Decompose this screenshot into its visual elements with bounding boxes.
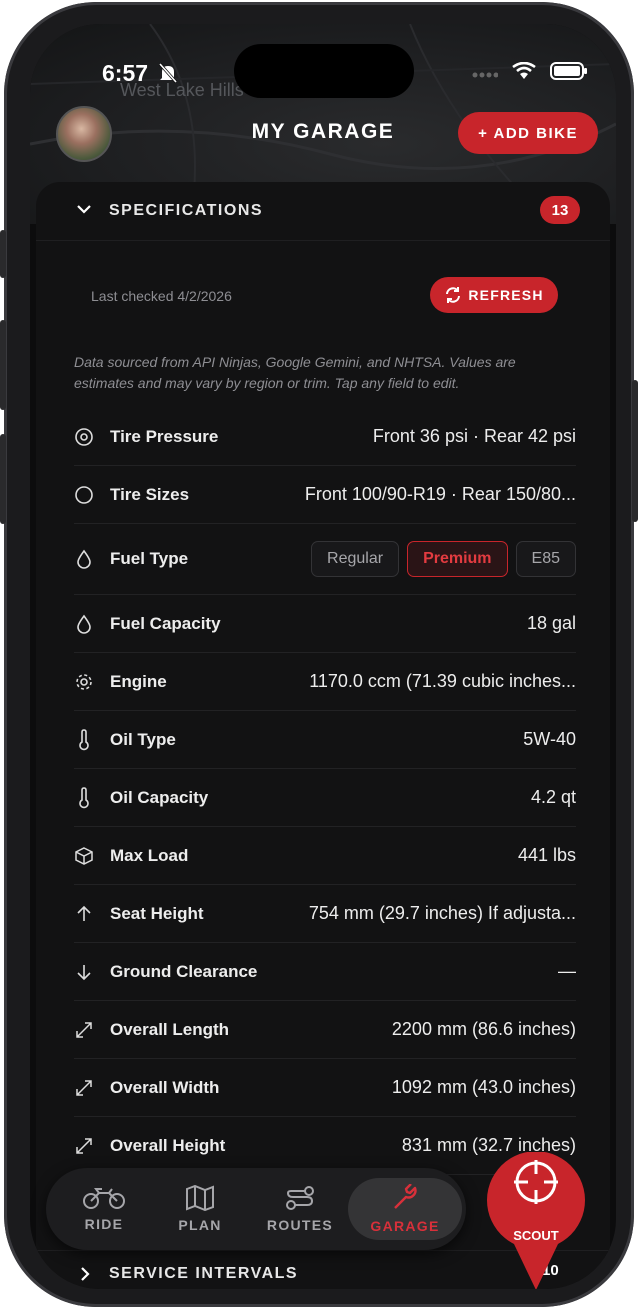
tab-label: ROUTES — [266, 1217, 334, 1233]
fuel-option-premium[interactable]: Premium — [407, 541, 508, 577]
spec-row-fuel-type: Fuel Type Regular Premium E85 — [74, 524, 576, 595]
tab-routes[interactable]: ROUTES — [252, 1178, 348, 1240]
spec-value: 2200 mm (86.6 inches) — [391, 1019, 576, 1039]
spec-value: Front 100/90-R19 · Rear 150/80... — [304, 484, 576, 504]
spec-label: Oil Type — [110, 729, 176, 749]
refresh-icon — [444, 286, 462, 304]
spec-value: 4.2 qt — [530, 787, 576, 807]
specifications-count-badge: 13 — [540, 196, 580, 224]
spec-row-ground-clearance[interactable]: Ground Clearance — — [74, 943, 576, 1001]
circle-icon — [74, 485, 110, 505]
spec-value: 5W-40 — [523, 729, 576, 749]
expand-icon — [74, 1078, 110, 1098]
tab-bar: RIDE PLAN ROUTES GARAGE — [46, 1168, 466, 1250]
tab-garage[interactable]: GARAGE — [348, 1178, 462, 1240]
tab-ride[interactable]: RIDE — [56, 1178, 152, 1240]
spec-value: Front 36 psi · Rear 42 psi — [372, 426, 576, 446]
map-icon — [185, 1185, 215, 1211]
spec-label: Overall Width — [110, 1077, 220, 1097]
wrench-icon — [391, 1184, 419, 1212]
spec-row-oil-type[interactable]: Oil Type 5W-40 — [74, 711, 576, 769]
spec-value: 754 mm (29.7 inches) If adjusta... — [308, 903, 576, 923]
battery-icon — [550, 62, 588, 80]
chevron-right-icon — [78, 1266, 92, 1282]
thermometer-icon — [74, 786, 110, 809]
spec-label: Fuel Type — [110, 549, 189, 568]
expand-icon — [74, 1136, 110, 1156]
refresh-label: REFRESH — [468, 287, 544, 303]
add-bike-button[interactable]: + ADD BIKE — [458, 112, 598, 154]
cellular-icon — [472, 63, 498, 79]
target-icon — [74, 427, 110, 447]
phone-frame: West Lake Hills 6:57 MY GARAGE + ADD BIK… — [0, 2, 638, 1307]
fuel-option-regular[interactable]: Regular — [311, 541, 400, 577]
box-icon — [74, 846, 110, 866]
spec-label: Engine — [110, 671, 167, 691]
spec-row-tire-sizes[interactable]: Tire Sizes Front 100/90-R19 · Rear 150/8… — [74, 466, 576, 524]
spec-row-max-load[interactable]: Max Load 441 lbs — [74, 827, 576, 885]
specifications-card: SPECIFICATIONS 13 Last checked 4/2/2026 … — [36, 182, 610, 1289]
spec-value: — — [558, 961, 576, 981]
status-time: 6:57 — [102, 60, 149, 86]
fuel-type-selector: Regular Premium E85 — [311, 541, 576, 577]
screen: West Lake Hills 6:57 MY GARAGE + ADD BIK… — [30, 24, 616, 1289]
gear-icon — [74, 672, 110, 692]
spec-label: Oil Capacity — [110, 787, 209, 807]
spec-label: Seat Height — [110, 903, 204, 923]
drop-icon — [74, 614, 110, 634]
expand-icon — [74, 1020, 110, 1040]
spec-value: 441 lbs — [517, 845, 576, 865]
specifications-title: SPECIFICATIONS — [109, 202, 264, 219]
header: MY GARAGE + ADD BIKE — [30, 102, 616, 166]
chevron-down-icon — [76, 201, 92, 217]
spec-label: Tire Pressure — [110, 426, 219, 446]
route-icon — [285, 1185, 315, 1211]
spec-row-overall-length[interactable]: Overall Length 2200 mm (86.6 inches) — [74, 1001, 576, 1059]
tab-label: GARAGE — [370, 1218, 440, 1234]
volume-up-button — [0, 320, 6, 410]
spec-row-engine[interactable]: Engine 1170.0 ccm (71.39 cubic inches... — [74, 653, 576, 711]
tab-label: PLAN — [178, 1217, 222, 1233]
spec-row-fuel-capacity[interactable]: Fuel Capacity 18 gal — [74, 595, 576, 653]
specifications-header[interactable]: SPECIFICATIONS 13 — [36, 182, 610, 241]
volume-down-button — [0, 434, 6, 524]
drop-icon — [74, 549, 110, 569]
spec-row-tire-pressure[interactable]: Tire Pressure Front 36 psi · Rear 42 psi — [74, 408, 576, 466]
thermometer-icon — [74, 728, 110, 751]
spec-label: Overall Height — [110, 1135, 226, 1155]
spec-label: Overall Length — [110, 1019, 230, 1039]
arrow-down-icon — [74, 962, 110, 982]
tab-label: RIDE — [84, 1216, 124, 1232]
spec-value: 18 gal — [526, 613, 576, 633]
dynamic-island — [234, 44, 414, 98]
spec-value: 1092 mm (43.0 inches) — [391, 1077, 576, 1097]
spec-label: Tire Sizes — [110, 484, 190, 504]
power-button — [632, 380, 638, 522]
scout-label: SCOUT — [513, 1228, 559, 1243]
spec-row-seat-height[interactable]: Seat Height 754 mm (29.7 inches) If adju… — [74, 885, 576, 943]
refresh-button[interactable]: REFRESH — [430, 277, 558, 313]
tab-plan[interactable]: PLAN — [152, 1178, 248, 1240]
wifi-icon — [512, 62, 536, 80]
spec-label: Ground Clearance — [110, 961, 258, 981]
spec-row-oil-capacity[interactable]: Oil Capacity 4.2 qt — [74, 769, 576, 827]
last-checked-text: Last checked 4/2/2026 — [91, 288, 232, 304]
data-source-note: Data sourced from API Ninjas, Google Gem… — [74, 354, 516, 391]
spec-list: Tire Pressure Front 36 psi · Rear 42 psi… — [74, 408, 576, 1175]
scout-button[interactable]: SCOUT — [486, 1152, 586, 1289]
spec-label: Max Load — [110, 845, 189, 865]
spec-value: 1170.0 ccm (71.39 cubic inches... — [309, 671, 576, 691]
status-icons — [472, 62, 588, 80]
arrow-up-icon — [74, 904, 110, 924]
spec-label: Fuel Capacity — [110, 613, 221, 633]
spec-row-overall-width[interactable]: Overall Width 1092 mm (43.0 inches) — [74, 1059, 576, 1117]
mute-switch — [0, 230, 6, 278]
motorcycle-icon — [82, 1186, 126, 1210]
service-intervals-title: SERVICE INTERVALS — [109, 1265, 299, 1282]
silent-mode-icon — [158, 62, 178, 84]
fuel-option-e85[interactable]: E85 — [515, 541, 576, 577]
